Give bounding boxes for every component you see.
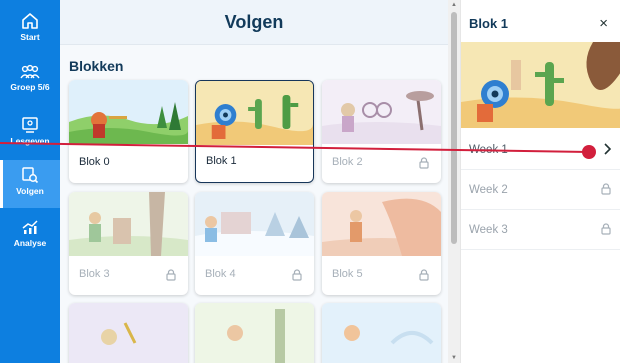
block-illustration — [69, 80, 188, 144]
scroll-thumb[interactable] — [451, 12, 457, 244]
main-scrollbar[interactable]: ▲ ▼ — [448, 0, 460, 363]
group-icon — [20, 64, 40, 79]
lock-icon — [166, 269, 176, 281]
lock-icon — [601, 183, 611, 195]
scroll-down-icon[interactable]: ▼ — [451, 355, 457, 361]
block-illustration — [322, 303, 441, 363]
sidebar-item-label: Analyse — [13, 238, 47, 248]
chevron-right-icon — [604, 143, 611, 155]
block-label: Blok 4 — [205, 268, 236, 280]
block-illustration — [322, 192, 441, 256]
week-item-3[interactable]: Week 3 — [461, 210, 620, 250]
block-illustration — [195, 303, 314, 363]
page-header: Volgen — [60, 0, 448, 45]
block-card-7[interactable] — [195, 303, 314, 363]
block-illustration — [69, 192, 188, 256]
block-card-2[interactable]: Blok 2 — [322, 80, 441, 183]
week-item-1[interactable]: Week 1 — [461, 130, 620, 170]
week-label: Week 2 — [469, 184, 508, 196]
block-label: Blok 5 — [332, 268, 363, 280]
panel-illustration — [461, 42, 620, 128]
block-label: Blok 3 — [79, 268, 110, 280]
block-label: Blok 2 — [332, 156, 363, 168]
block-card-0[interactable]: Blok 0 — [69, 80, 188, 183]
section-title: Blokken — [69, 58, 124, 74]
block-label: Blok 0 — [79, 156, 110, 168]
block-illustration — [196, 81, 313, 145]
sidebar-item-groep[interactable]: Groep 5/6 — [0, 64, 60, 104]
close-icon[interactable]: × — [599, 16, 608, 31]
lock-icon — [419, 269, 429, 281]
block-label: Blok 1 — [206, 155, 237, 167]
block-illustration — [322, 80, 441, 144]
sidebar-item-start[interactable]: Start — [0, 12, 60, 52]
home-icon — [22, 13, 38, 29]
lock-icon — [292, 269, 302, 281]
week-label: Week 1 — [469, 144, 508, 156]
page-title: Volgen — [224, 11, 284, 32]
lock-icon — [601, 223, 611, 235]
block-illustration — [69, 303, 188, 363]
block-card-1[interactable]: Blok 1 — [195, 80, 314, 183]
block-card-6[interactable] — [69, 303, 188, 363]
week-label: Week 3 — [469, 224, 508, 236]
chart-icon — [22, 220, 38, 234]
block-illustration — [195, 192, 314, 256]
sidebar-item-analyse[interactable]: Analyse — [0, 218, 60, 258]
panel-title: Blok 1 — [469, 16, 509, 31]
sidebar-item-lesgeven[interactable]: Lesgeven — [0, 116, 60, 156]
sidebar: Start Groep 5/6 Lesgeven Volgen Analyse — [0, 0, 60, 363]
lock-icon — [419, 157, 429, 169]
sidebar-item-label: Start — [20, 32, 40, 42]
track-icon — [22, 167, 39, 184]
main-content: Volgen Blokken Blok 0 Blok 1 Blok 2 Blok… — [60, 0, 448, 363]
block-card-8[interactable] — [322, 303, 441, 363]
sidebar-item-volgen[interactable]: Volgen — [0, 160, 60, 208]
block-card-3[interactable]: Blok 3 — [69, 192, 188, 295]
teach-icon — [22, 117, 38, 133]
block-card-5[interactable]: Blok 5 — [322, 192, 441, 295]
scroll-up-icon[interactable]: ▲ — [451, 2, 457, 8]
week-item-2[interactable]: Week 2 — [461, 170, 620, 210]
sidebar-item-label: Groep 5/6 — [10, 82, 50, 92]
sidebar-item-label: Lesgeven — [10, 136, 50, 146]
detail-panel: Blok 1 × Week 1 Week 2 Week 3 — [460, 0, 620, 363]
block-card-4[interactable]: Blok 4 — [195, 192, 314, 295]
sidebar-item-label: Volgen — [16, 186, 44, 196]
